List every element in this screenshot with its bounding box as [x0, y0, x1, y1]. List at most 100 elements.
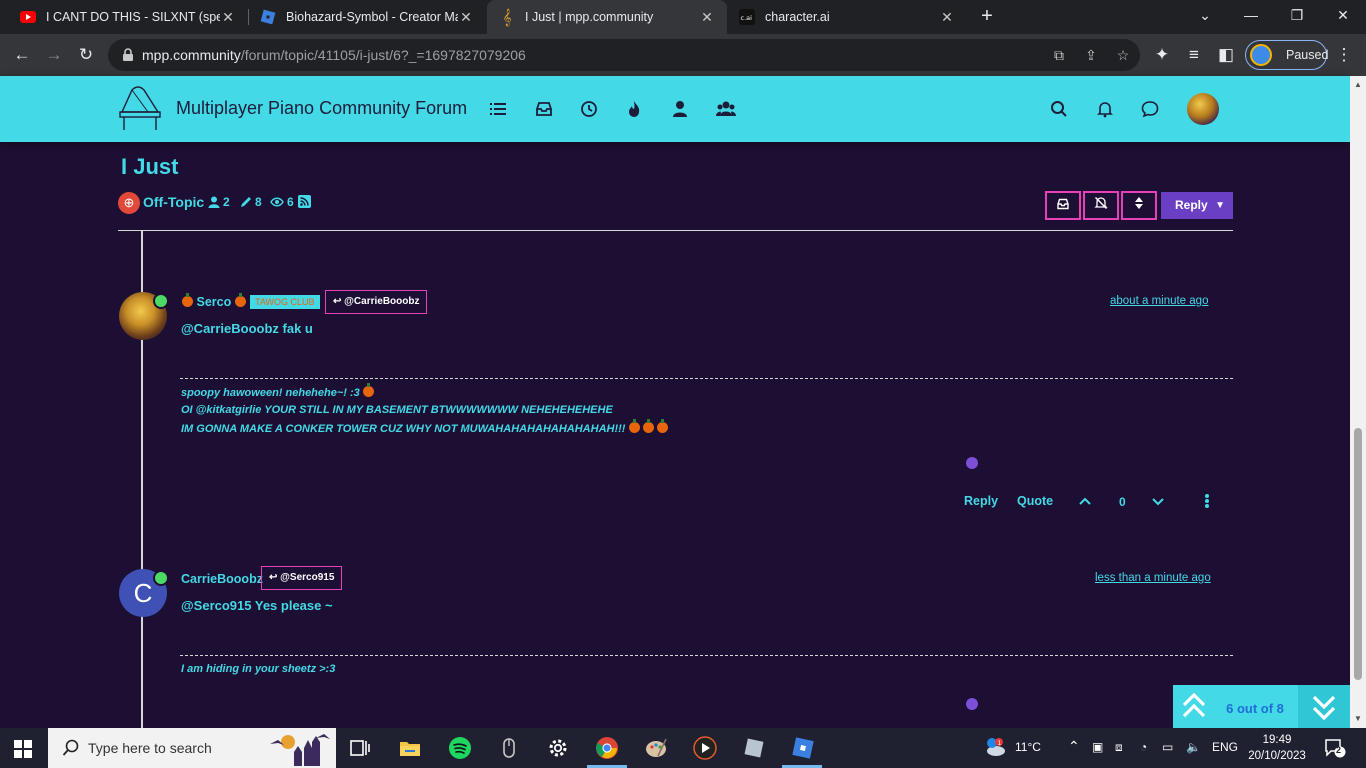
meet-now-icon[interactable]: ▣	[1092, 740, 1103, 754]
pumpkin-icon	[628, 419, 640, 433]
author-name[interactable]: Serco	[182, 293, 246, 309]
browser-tab-youtube[interactable]: I CANT DO THIS - SILXNT (sped ✕	[8, 0, 248, 34]
jump-to-bottom-button[interactable]	[1298, 685, 1350, 728]
category-link[interactable]: Off-Topic	[143, 194, 204, 210]
popular-fire-icon[interactable]	[625, 100, 643, 118]
close-window-button[interactable]: ✕	[1320, 0, 1366, 34]
chat-icon[interactable]	[1141, 100, 1159, 118]
browser-tab-active[interactable]: 𝄞 I Just | mpp.community ✕	[487, 0, 727, 34]
author-name[interactable]: CarrieBooobz	[181, 572, 263, 586]
groups-icon[interactable]	[716, 100, 736, 118]
chrome-menu-icon[interactable]: ⋮	[1332, 43, 1356, 67]
notifications-bell-icon[interactable]	[1096, 100, 1114, 118]
wifi-icon[interactable]: ◔	[1140, 740, 1147, 754]
search-icon[interactable]	[1050, 100, 1068, 118]
media-control-icon[interactable]: ≡	[1182, 43, 1206, 67]
signature-text: IM GONNA MAKE A CONKER TOWER CUZ WHY NOT…	[181, 423, 626, 435]
extensions-puzzle-icon[interactable]: ✦	[1150, 43, 1174, 67]
input-language[interactable]: ENG	[1212, 740, 1238, 754]
notification-center-icon[interactable]	[1324, 738, 1346, 758]
reaction-smiley-icon[interactable]	[966, 457, 978, 469]
file-explorer-icon[interactable]	[398, 736, 422, 760]
post-timestamp[interactable]: less than a minute ago	[1095, 572, 1211, 584]
page-scrollbar[interactable]: ▲ ▼	[1350, 76, 1366, 728]
sort-button[interactable]	[1121, 191, 1157, 220]
profile-button[interactable]: Paused	[1245, 40, 1328, 70]
rss-icon[interactable]	[298, 195, 311, 208]
parent-label: @Serco915	[280, 572, 335, 583]
close-tab-icon[interactable]: ✕	[220, 9, 236, 26]
close-tab-icon[interactable]: ✕	[939, 9, 955, 26]
browser-tab-characterai[interactable]: c.ai character.ai ✕	[727, 0, 967, 34]
tab-search-chevron-icon[interactable]: ⌄	[1182, 0, 1228, 34]
reaction-smiley-icon[interactable]	[966, 698, 978, 710]
roblox-icon[interactable]	[791, 736, 815, 760]
open-in-app-icon[interactable]: ⧉	[1050, 46, 1068, 64]
inbox-icon[interactable]	[535, 100, 553, 118]
mouse-app-icon[interactable]	[497, 736, 521, 760]
restore-button[interactable]: ❐	[1274, 0, 1320, 34]
bookmark-star-icon[interactable]: ☆	[1114, 46, 1132, 64]
downvote-chevron-icon[interactable]	[1152, 497, 1164, 507]
browser-tab-roblox[interactable]: Biohazard-Symbol - Creator Mar ✕	[248, 0, 486, 34]
signature-line: OI @kitkatgirlie YOUR STILL IN MY BASEME…	[181, 404, 613, 416]
online-status-indicator	[153, 570, 169, 586]
close-tab-icon[interactable]: ✕	[699, 9, 715, 26]
post-quote-button[interactable]: Quote	[1017, 494, 1053, 508]
side-panel-icon[interactable]: ◧	[1214, 43, 1238, 67]
battery-icon[interactable]: ▭	[1162, 740, 1173, 754]
recent-clock-icon[interactable]	[580, 100, 598, 118]
url-text: mpp.community/forum/topic/41105/i-just/6…	[142, 47, 526, 63]
jump-to-top-icon[interactable]	[1177, 689, 1211, 723]
group-badge[interactable]: TAWOG CLUB	[250, 295, 320, 309]
url-host: mpp.community	[142, 47, 241, 63]
post-timestamp[interactable]: about a minute ago	[1110, 295, 1208, 307]
share-icon[interactable]: ⇪	[1082, 46, 1100, 64]
forum-title[interactable]: Multiplayer Piano Community Forum	[176, 98, 467, 119]
users-icon[interactable]	[671, 100, 689, 118]
upvote-chevron-icon[interactable]	[1079, 496, 1091, 506]
spotify-icon[interactable]	[448, 736, 472, 760]
parent-post-link[interactable]: ↩ @CarrieBooobz	[325, 290, 428, 314]
caret-down-icon[interactable]: ▼	[1215, 192, 1225, 219]
reply-arrow-icon: ↩	[269, 572, 278, 583]
display-icon[interactable]: ⧈	[1115, 740, 1123, 755]
weather-icon[interactable]: 1	[984, 736, 1008, 760]
settings-gear-icon[interactable]	[546, 736, 570, 760]
minimize-button[interactable]: —	[1228, 0, 1274, 34]
post-reply-button[interactable]: Reply	[964, 494, 998, 508]
watch-toggle-button[interactable]	[1083, 191, 1119, 220]
taskbar-search-box[interactable]: Type here to search	[48, 728, 336, 768]
back-arrow-icon[interactable]: ←	[10, 43, 34, 67]
scroll-up-arrow-icon[interactable]: ▲	[1353, 80, 1363, 89]
treble-clef-icon: 𝄞	[502, 8, 512, 26]
windows-start-icon[interactable]	[14, 740, 32, 758]
show-hidden-icons-chevron-icon[interactable]: ⌃	[1068, 738, 1080, 755]
roblox-studio-icon[interactable]	[742, 736, 766, 760]
chrome-icon[interactable]	[595, 736, 619, 760]
piano-logo-icon[interactable]	[118, 82, 162, 132]
weather-temperature[interactable]: 11°C	[1015, 740, 1041, 754]
address-bar[interactable]: mpp.community/forum/topic/41105/i-just/6…	[108, 39, 1140, 71]
new-tab-button[interactable]: +	[975, 4, 999, 28]
search-icon	[62, 739, 79, 756]
categories-list-icon[interactable]	[489, 100, 507, 118]
task-view-icon[interactable]	[348, 736, 372, 760]
close-tab-icon[interactable]: ✕	[458, 9, 474, 26]
post-tools-menu-icon[interactable]	[1205, 494, 1209, 508]
pagination-count[interactable]: 6 out of 8	[1213, 685, 1297, 728]
system-clock[interactable]: 19:49 20/10/2023	[1248, 732, 1306, 764]
scroll-down-arrow-icon[interactable]: ▼	[1353, 714, 1363, 723]
forward-arrow-icon[interactable]: →	[42, 43, 66, 67]
tab-title: Biohazard-Symbol - Creator Mar	[286, 10, 458, 24]
parent-post-link[interactable]: ↩ @Serco915	[261, 566, 343, 590]
scrollbar-thumb[interactable]	[1354, 428, 1362, 680]
reload-icon[interactable]: ↻	[74, 43, 98, 67]
mark-read-inbox-button[interactable]	[1045, 191, 1081, 220]
tab-title: I CANT DO THIS - SILXNT (sped	[46, 10, 220, 24]
volume-icon[interactable]: 🔈	[1186, 740, 1201, 754]
user-avatar[interactable]	[1187, 93, 1219, 125]
media-player-icon[interactable]	[693, 736, 717, 760]
paint-app-icon[interactable]	[644, 736, 668, 760]
topic-reply-button[interactable]: Reply ▼	[1161, 192, 1233, 219]
